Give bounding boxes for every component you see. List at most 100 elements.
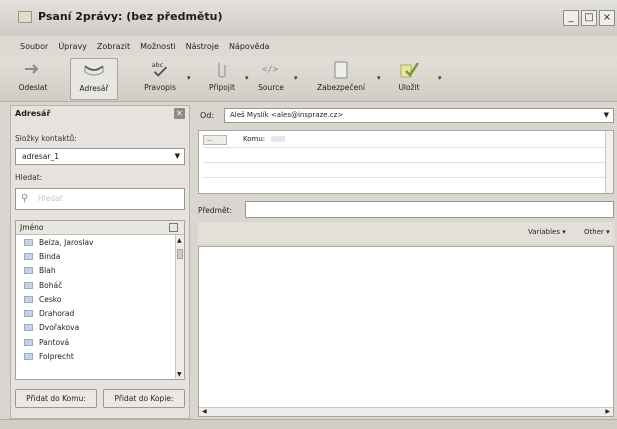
from-select[interactable]: Aleš Myslík <ales@inspraze.cz> ▼ [224,108,614,123]
scroll-right-icon[interactable]: ▶ [605,408,610,415]
send-label: Odeslat [18,83,48,92]
save-label: Uložit [398,83,420,92]
scroll-left-icon[interactable]: ◀ [202,408,207,415]
save-button[interactable]: Uložit [394,58,424,100]
contact-card-icon [24,310,33,318]
search-input[interactable]: ⚲ Hledat [15,188,185,210]
address-book-button[interactable]: Adresář [70,58,118,100]
source-code-icon: </> [260,58,282,80]
add-cc-button[interactable]: Přidat do Kopie: [103,389,185,408]
contact-row[interactable]: Binda [16,249,176,263]
contact-row[interactable]: Blah [16,264,176,278]
close-button[interactable]: × [599,10,615,26]
maximize-button[interactable]: □ [581,10,597,26]
contact-card-icon [24,338,33,346]
send-button[interactable]: Odeslat [16,58,50,100]
address-book-label: Adresář [79,84,109,93]
subject-input[interactable] [245,201,614,218]
security-button[interactable]: Zabezpečení [314,58,368,100]
security-dropdown-arrow[interactable]: ▾ [377,74,381,82]
window-controls: _ □ × [563,10,615,26]
contact-name: Binda [39,251,61,261]
save-check-icon [398,58,420,80]
chevron-down-icon: ▼ [603,111,609,119]
message-body-editor[interactable]: ◀ ▶ [198,246,614,417]
recipients-panel: ... Komu: [198,130,614,194]
address-book-sidebar: Adresář ✕ Složky kontaktů: adresar_1 ▼ H… [10,105,190,419]
recipients-scrollbar[interactable] [605,131,613,193]
menu-help[interactable]: Nápověda [229,42,270,51]
scroll-thumb[interactable] [177,249,183,259]
chevron-down-icon: ▼ [174,152,180,160]
sidebar-close-icon[interactable]: ✕ [174,108,185,119]
recipient-divider [203,147,607,148]
title-bar: Psaní 2právy: (bez předmětu) _ □ × [0,0,617,36]
window-title: Psaní 2právy: (bez předmětu) [38,10,223,23]
from-label: Od: [200,111,215,120]
contact-name: Dvořakova [39,323,80,333]
source-button[interactable]: </> Source [256,58,286,100]
send-icon [22,58,44,80]
security-envelope-icon [330,58,352,80]
contact-card-icon [24,295,33,303]
attach-button[interactable]: Připojit [204,58,240,100]
folders-label: Složky kontaktů: [15,134,77,143]
contact-row[interactable]: Belza, Jaroslav [16,235,176,249]
contact-name: Boháč [39,280,63,290]
spellcheck-button[interactable]: abc Pravopis [138,58,182,100]
scroll-down-icon[interactable]: ▼ [177,371,182,378]
contact-name: Pantová [39,337,70,347]
contact-card-icon [24,238,33,246]
sidebar-title: Adresář [15,109,51,118]
contact-list: Jméno Belza, Jaroslav Binda Blah Boháč Cesko… [15,220,185,380]
contact-name: Folprecht [39,352,74,362]
contact-name: Cesko [39,294,62,304]
contact-name: Belza, Jaroslav [39,237,94,247]
contact-row[interactable]: Dvořakova [16,321,176,335]
source-dropdown-arrow[interactable]: ▾ [294,74,298,82]
contact-row[interactable]: Pantová [16,335,176,349]
column-picker-icon[interactable] [169,223,178,232]
scroll-up-icon[interactable]: ▲ [177,237,182,244]
spellcheck-icon: abc [149,58,171,80]
menu-view[interactable]: Zobrazit [97,42,130,51]
editor-horizontal-scrollbar[interactable]: ◀ ▶ [199,407,613,416]
contact-list-header[interactable]: Jméno [16,221,184,235]
contact-row[interactable]: Drahorad [16,306,176,320]
recipient-address[interactable] [271,136,285,142]
spellcheck-dropdown-arrow[interactable]: ▾ [187,74,191,82]
contact-row[interactable]: Folprecht [16,349,176,363]
contact-card-icon [24,281,33,289]
security-label: Zabezpečení [317,83,365,92]
menu-tools[interactable]: Nástroje [186,42,219,51]
menu-options[interactable]: Možnosti [140,42,176,51]
source-label: Source [258,83,284,92]
sidebar-header: Adresář ✕ [11,106,189,121]
other-menu[interactable]: Other ▾ [584,228,610,236]
menu-file[interactable]: Soubor [20,42,48,51]
recipient-type-select[interactable]: ... [203,135,227,145]
menu-edit[interactable]: Úpravy [58,42,87,51]
add-to-button[interactable]: Přidat do Komu: [15,389,97,408]
editor-toolbar: Variables ▾ Other ▾ [198,222,614,244]
contact-card-icon [24,252,33,260]
minimize-button[interactable]: _ [563,10,579,26]
contact-list-scrollbar[interactable]: ▲ ▼ [175,235,184,379]
attach-dropdown-arrow[interactable]: ▾ [245,74,249,82]
column-name-header[interactable]: Jméno [20,223,43,232]
contact-row[interactable]: Cesko [16,292,176,306]
svg-text:abc: abc [152,61,164,69]
save-dropdown-arrow[interactable]: ▾ [438,74,442,82]
address-book-icon [83,59,105,81]
contact-row[interactable]: Boháč [16,278,176,292]
recipient-divider [203,177,607,178]
folder-select[interactable]: adresar_1 ▼ [15,148,185,165]
toolbar: Odeslat Adresář abc Pravopis ▾ Připojit … [0,56,617,102]
subject-label: Předmět: [198,206,233,215]
variables-menu[interactable]: Variables ▾ [528,228,566,236]
contact-card-icon [24,267,33,275]
contact-name: Blah [39,266,56,276]
contact-card-icon [24,353,33,361]
contact-card-icon [24,324,33,332]
spellcheck-label: Pravopis [144,83,176,92]
